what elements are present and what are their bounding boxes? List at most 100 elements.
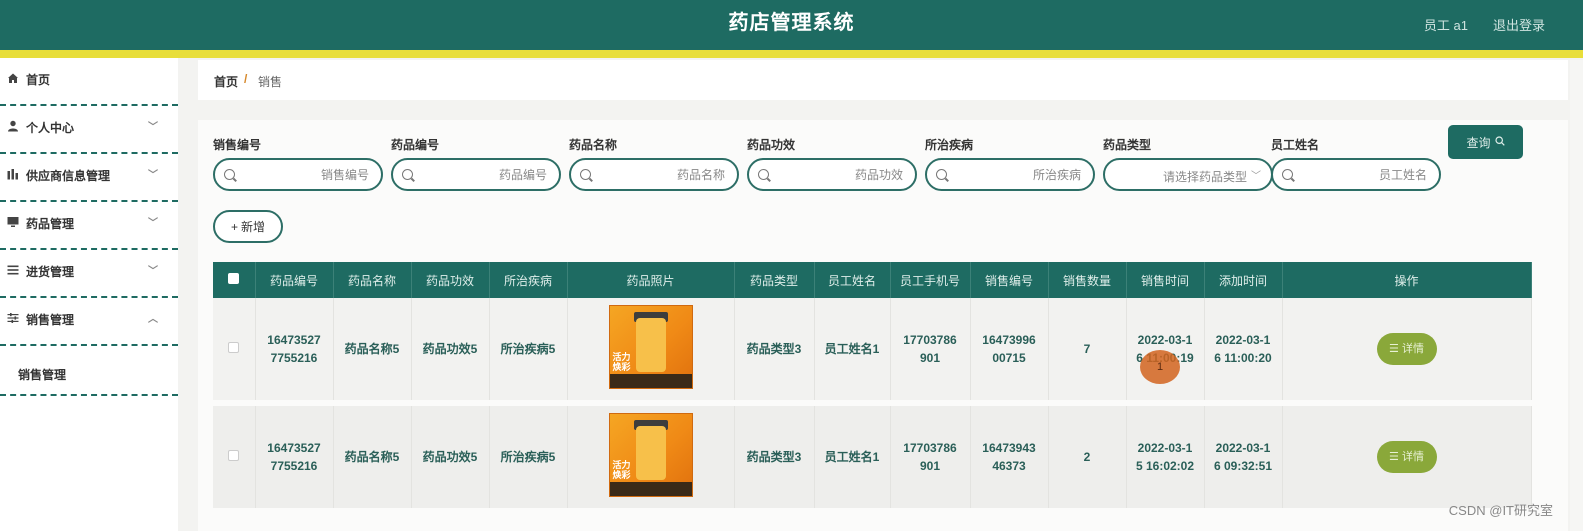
sidebar-item-profile[interactable]: 个人中心 ﹀ (0, 106, 178, 154)
drug-name-input[interactable] (599, 166, 725, 184)
sidebar-item-label: 进货管理 (26, 265, 75, 279)
cell-disease: 所治疾病5 (489, 400, 568, 508)
sidebar-subitem-sales-management[interactable]: 销售管理 (0, 346, 178, 396)
chevron-down-icon: ﹀ (148, 218, 158, 229)
sales-table: 药品编号 药品名称 药品功效 所治疾病 药品照片 药品类型 员工姓名 员工手机号… (213, 262, 1532, 508)
cell-type: 药品类型3 (734, 400, 815, 508)
col-action: 操作 (1282, 262, 1532, 298)
detail-button-label: 详情 (1401, 451, 1424, 463)
sidebar-item-label: 个人中心 (26, 121, 75, 135)
row-checkbox[interactable] (228, 342, 240, 353)
search-icon (1282, 169, 1293, 180)
drug-photo[interactable]: 活力 焕彩 (608, 304, 693, 389)
col-drug-no: 药品编号 (255, 262, 334, 298)
checkbox[interactable] (228, 273, 240, 284)
add-button-label: 新增 (241, 220, 266, 234)
chevron-down-icon: ﹀ (148, 122, 158, 133)
query-button[interactable]: 查询 (1448, 125, 1523, 159)
col-staff: 员工姓名 (814, 262, 891, 298)
search-icon (580, 169, 591, 180)
app-title: 药店管理系统 (728, 12, 855, 34)
sidebar-item-label: 供应商信息管理 (26, 169, 111, 183)
breadcrumb-current: 销售 (258, 75, 283, 89)
cell-phone: 17703786 901 (890, 298, 971, 403)
sidebar-subitem-label: 销售管理 (18, 368, 67, 382)
cell-type: 药品类型3 (734, 298, 815, 403)
cell-drug-name: 药品名称5 (333, 400, 412, 508)
sale-no-input[interactable] (243, 166, 369, 184)
cell-action: ☰ 详情 (1282, 298, 1532, 403)
disease-input[interactable] (955, 166, 1081, 184)
drug-no-field[interactable] (391, 158, 561, 191)
search-icon (758, 169, 769, 180)
cell-sale-no: 16473996 00715 (970, 298, 1049, 403)
sidebar-item-supplier[interactable]: 供应商信息管理 ﹀ (0, 154, 178, 202)
drug-no-input[interactable] (421, 166, 547, 184)
select-all-checkbox[interactable] (213, 262, 256, 298)
chevron-down-icon: ﹀ (148, 266, 158, 277)
col-photo: 药品照片 (567, 262, 735, 298)
drug-name-field[interactable] (569, 158, 739, 191)
breadcrumb: 首页 / 销售 (198, 60, 1568, 100)
label-drug-no: 药品编号 (391, 138, 440, 152)
drug-photo-caption: 活力 焕彩 (612, 459, 631, 480)
col-drug-name: 药品名称 (333, 262, 412, 298)
disease-field[interactable] (925, 158, 1095, 191)
table-header-row: 药品编号 药品名称 药品功效 所治疾病 药品照片 药品类型 员工姓名 员工手机号… (213, 262, 1532, 298)
table-row: 16473527 7755216 药品名称5 药品功效5 所治疾病5 活力 焕彩… (213, 400, 1532, 508)
col-add-time: 添加时间 (1204, 262, 1283, 298)
row-checkbox[interactable] (228, 450, 240, 461)
search-icon (224, 169, 235, 180)
cell-add-time: 2022-03-1 6 11:00:20 (1204, 298, 1283, 403)
col-sale-no: 销售编号 (970, 262, 1049, 298)
detail-button-label: 详情 (1401, 343, 1424, 355)
monitor-icon (7, 216, 19, 228)
staff-name-input[interactable] (1301, 166, 1427, 184)
table-row: 16473527 7755216 药品名称5 药品功效5 所治疾病5 活力 焕彩… (213, 298, 1532, 403)
chevron-up-icon: ︿ (148, 314, 158, 325)
label-sale-no: 销售编号 (213, 138, 262, 152)
drug-effect-input[interactable] (777, 166, 903, 184)
cell-drug-no: 16473527 7755216 (255, 400, 334, 508)
drug-effect-field[interactable] (747, 158, 917, 191)
cell-sale-time: 2022-03-1 5 16:02:02 (1126, 400, 1205, 508)
cell-qty: 7 (1048, 298, 1127, 403)
detail-button[interactable]: ☰ 详情 (1376, 333, 1437, 365)
label-drug-effect: 药品功效 (747, 138, 796, 152)
sidebar-item-drug[interactable]: 药品管理 ﹀ (0, 202, 178, 250)
search-icon (936, 169, 947, 180)
drug-photo[interactable]: 活力 焕彩 (608, 412, 693, 497)
scrollbar[interactable] (1570, 60, 1583, 531)
plus-icon: + (230, 219, 238, 234)
detail-icon: ☰ (1389, 451, 1402, 463)
staff-name-field[interactable] (1271, 158, 1441, 191)
add-button[interactable]: + 新增 (213, 210, 283, 243)
sidebar-item-home[interactable]: 首页 (0, 58, 178, 106)
top-bar: 药店管理系统 员工 a1 退出登录 (0, 0, 1583, 50)
cell-effect: 药品功效5 (411, 400, 490, 508)
cell-action: ☰ 详情 (1282, 400, 1532, 508)
sidebar-item-purchase[interactable]: 进货管理 ﹀ (0, 250, 178, 298)
current-user: 员工 a1 (1423, 18, 1468, 33)
sidebar-item-label: 首页 (26, 73, 51, 87)
chevron-down-icon: ﹀ (1251, 171, 1261, 182)
sidebar-item-label: 药品管理 (26, 217, 75, 231)
breadcrumb-separator: / (244, 72, 248, 86)
col-phone: 员工手机号 (890, 262, 971, 298)
chevron-down-icon: ﹀ (148, 170, 158, 181)
drug-type-select[interactable]: 请选择药品类型 ﹀ (1103, 158, 1273, 191)
drug-type-placeholder: 请选择药品类型 (1162, 170, 1247, 184)
cell-staff: 员工姓名1 (814, 298, 891, 403)
label-drug-type: 药品类型 (1103, 138, 1152, 152)
main-content: 首页 / 销售 销售编号 药品编号 药品名称 药品功效 所治疾病 药品类型 请选… (198, 60, 1568, 531)
drug-photo-caption: 活力 焕彩 (612, 351, 631, 372)
sale-no-field[interactable] (213, 158, 383, 191)
detail-icon: ☰ (1389, 343, 1402, 355)
logout-link[interactable]: 退出登录 (1493, 15, 1545, 34)
col-disease: 所治疾病 (489, 262, 568, 298)
detail-button[interactable]: ☰ 详情 (1376, 441, 1437, 473)
label-staff-name: 员工姓名 (1271, 138, 1320, 152)
sidebar-item-sales[interactable]: 销售管理 ︿ (0, 298, 178, 346)
search-icon (402, 169, 413, 180)
breadcrumb-home[interactable]: 首页 (214, 73, 238, 90)
